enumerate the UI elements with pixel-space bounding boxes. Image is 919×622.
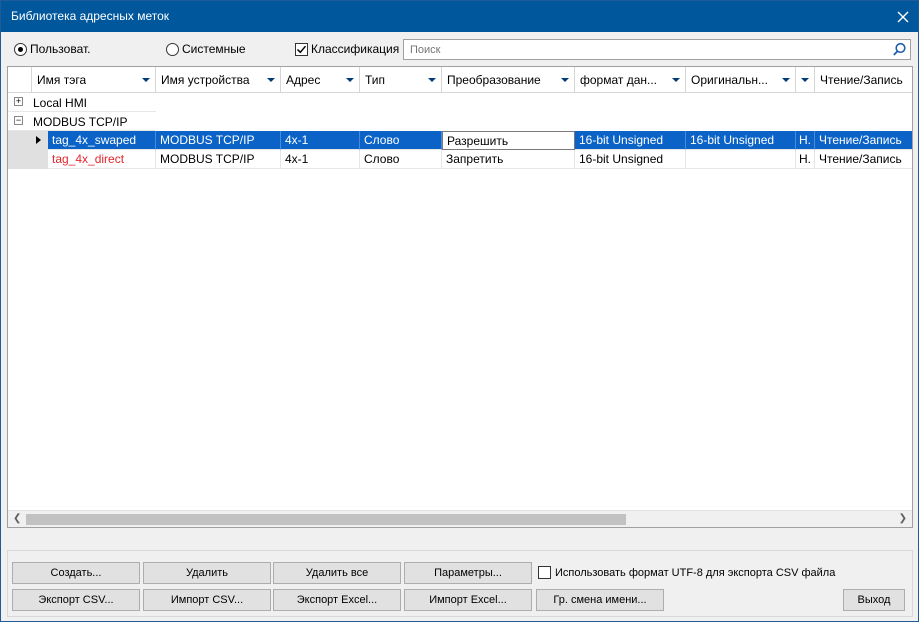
radio-selected-icon	[14, 42, 27, 56]
system-tags-radio[interactable]: Системные	[166, 42, 246, 56]
filter-dropdown-icon	[346, 78, 354, 82]
column-header-tag-name[interactable]: Имя тэга	[32, 67, 156, 93]
scrollbar-thumb[interactable]	[26, 514, 626, 525]
column-header-read-write[interactable]: Чтение/Запись	[815, 67, 912, 93]
tag-library-dialog: Библиотека адресных меток Пользоват. Сис…	[0, 0, 919, 622]
import-csv-button[interactable]: Импорт CSV...	[143, 589, 271, 611]
filter-dropdown-icon	[561, 78, 569, 82]
column-header-type[interactable]: Тип	[360, 67, 442, 93]
user-tags-label: Пользоват.	[30, 42, 91, 56]
checkmark-icon	[295, 42, 308, 56]
system-tags-label: Системные	[182, 42, 246, 56]
cell-address[interactable]: 4x-1	[281, 150, 360, 169]
cell-device-name[interactable]: MODBUS TCP/IP	[156, 150, 281, 169]
search-icon[interactable]	[892, 42, 907, 60]
cell-type[interactable]: Слово	[360, 150, 442, 169]
group-label: Local HMI	[33, 96, 88, 110]
filter-dropdown-icon	[428, 78, 436, 82]
column-header-original-format[interactable]: Оригинальн...	[686, 67, 796, 93]
search-input[interactable]	[404, 40, 884, 59]
group-modbus[interactable]: − MODBUS TCP/IP	[8, 112, 156, 131]
filter-dropdown-icon	[782, 78, 790, 82]
table-row[interactable]: tag_4x_direct MODBUS TCP/IP 4x-1 Слово З…	[8, 150, 912, 169]
exit-button[interactable]: Выход	[843, 589, 905, 611]
search-box	[403, 39, 911, 60]
column-header-device-name[interactable]: Имя устройства	[156, 67, 281, 93]
user-tags-radio[interactable]: Пользоват.	[14, 42, 90, 56]
scroll-right-icon[interactable]: ❯	[899, 513, 907, 524]
close-button[interactable]	[888, 1, 918, 32]
cell-tag-name[interactable]: tag_4x_direct	[48, 150, 156, 169]
group-label: MODBUS TCP/IP	[33, 115, 128, 129]
column-header-data-format[interactable]: формат дан...	[575, 67, 686, 93]
cell-device-name[interactable]: MODBUS TCP/IP	[156, 131, 281, 150]
utf8-export-label: Использовать формат UTF-8 для экспорта C…	[555, 566, 836, 579]
parameters-button[interactable]: Параметры...	[404, 562, 532, 584]
table-row[interactable]: tag_4x_swaped MODBUS TCP/IP 4x-1 Слово Р…	[8, 131, 912, 150]
column-header-address[interactable]: Адрес	[281, 67, 360, 93]
cell-original-format[interactable]	[686, 150, 796, 169]
filter-dropdown-icon	[801, 78, 809, 82]
delete-all-button[interactable]: Удалить все	[273, 562, 401, 584]
collapse-icon[interactable]: −	[14, 116, 23, 125]
classification-label: Классификация	[311, 42, 400, 56]
export-excel-button[interactable]: Экспорт Excel...	[273, 589, 401, 611]
cell-conversion[interactable]: Запретить	[442, 150, 575, 169]
cell-tag-name[interactable]: tag_4x_swaped	[48, 131, 156, 150]
current-row-icon	[36, 136, 41, 144]
horizontal-scrollbar[interactable]: ❮ ❯	[8, 510, 912, 527]
import-excel-button[interactable]: Импорт Excel...	[404, 589, 532, 611]
delete-button[interactable]: Удалить	[143, 562, 271, 584]
cell-extra[interactable]: Н.	[796, 150, 815, 169]
group-local-hmi[interactable]: + Local HMI	[8, 93, 156, 112]
cell-read-write[interactable]: Чтение/Запись	[815, 131, 912, 150]
scroll-left-icon[interactable]: ❮	[13, 513, 21, 524]
classification-checkbox[interactable]: Классификация	[295, 42, 399, 56]
title-bar: Библиотека адресных меток	[1, 1, 918, 32]
row-header-corner	[8, 67, 32, 93]
utf8-export-checkbox[interactable]: Использовать формат UTF-8 для экспорта C…	[538, 566, 835, 579]
close-icon	[897, 11, 909, 22]
row-header[interactable]	[8, 131, 48, 150]
cell-address[interactable]: 4x-1	[281, 131, 360, 150]
filter-dropdown-icon	[142, 78, 150, 82]
cell-data-format[interactable]: 16-bit Unsigned	[575, 131, 686, 150]
window-title: Библиотека адресных меток	[11, 9, 170, 23]
tag-table: Имя тэга Имя устройства Адрес Тип Преобр…	[7, 66, 913, 528]
cell-original-format[interactable]: 16-bit Unsigned	[686, 131, 796, 150]
column-header-extra[interactable]	[796, 67, 815, 93]
row-header[interactable]	[8, 150, 48, 169]
filter-dropdown-icon	[672, 78, 680, 82]
radio-unselected-icon	[166, 42, 179, 56]
cell-extra[interactable]: Н.	[796, 131, 815, 150]
cell-read-write[interactable]: Чтение/Запись	[815, 150, 912, 169]
export-csv-button[interactable]: Экспорт CSV...	[12, 589, 140, 611]
checkbox-unchecked-icon	[538, 566, 551, 579]
column-header-conversion[interactable]: Преобразование	[442, 67, 575, 93]
cell-data-format[interactable]: 16-bit Unsigned	[575, 150, 686, 169]
cell-conversion-editor[interactable]: Разрешить	[442, 131, 575, 150]
cell-type[interactable]: Слово	[360, 131, 442, 150]
create-button[interactable]: Создать...	[12, 562, 140, 584]
filter-dropdown-icon	[267, 78, 275, 82]
expand-icon[interactable]: +	[14, 97, 23, 106]
group-rename-button[interactable]: Гр. смена имени...	[536, 589, 664, 611]
